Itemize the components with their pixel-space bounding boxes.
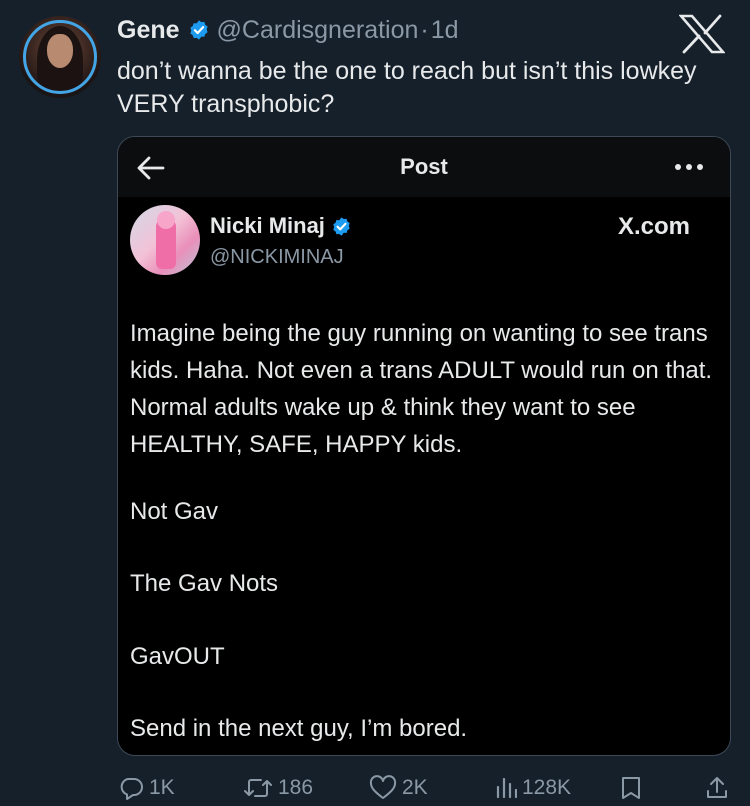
avatar-figure-head [157,211,175,229]
reply-button[interactable]: 1K [118,770,175,806]
tweet-text: don’t wanna be the one to reach but isn’… [117,57,697,118]
x-logo-icon [679,14,725,54]
tweet-header: Gene @Cardisgneration · 1d [117,14,459,46]
action-bar: 1K 186 2K 128K [0,770,750,806]
quoted-paragraph: GavOUT [130,643,225,670]
quoted-paragraph: The Gav Nots [130,570,279,597]
share-icon [707,777,727,798]
source-label: X.com [618,213,691,240]
repost-icon [244,779,272,797]
more-dots-icon[interactable] [674,161,704,173]
author-handle[interactable]: @Cardisgneration [217,16,419,45]
share-button[interactable] [705,770,729,806]
quoted-author-name[interactable]: Nicki Minaj [210,213,325,239]
post-header-title: Post [400,154,448,179]
like-icon [369,775,397,799]
quoted-post-card[interactable]: Post Nicki Minaj @NICKIMINAJ X.com Imagi… [117,136,731,756]
quoted-paragraph: Imagine being the guy running on wanting… [130,320,713,458]
views-icon [496,777,517,799]
like-count: 2K [402,776,428,799]
author-name[interactable]: Gene [117,16,180,45]
like-button[interactable]: 2K [369,770,428,806]
quoted-author-row: Nicki Minaj [210,213,352,239]
repost-button[interactable]: 186 [243,770,313,806]
verified-badge-icon [333,216,350,236]
author-avatar[interactable] [19,16,101,98]
separator-dot: · [420,15,429,44]
quoted-author-handle[interactable]: @NICKIMINAJ [210,246,344,269]
bookmark-button[interactable] [620,770,642,806]
quoted-paragraph: Send in the next guy, I’m bored. [130,715,468,742]
avatar-ring [23,20,97,94]
tweet-time[interactable]: 1d [431,16,459,45]
repost-count: 186 [278,776,314,799]
views-button[interactable]: 128K [495,770,571,806]
views-count: 128K [522,776,572,799]
quoted-author-avatar[interactable] [130,205,200,275]
quoted-paragraph: Not Gav [130,498,219,525]
reply-icon [120,778,143,800]
bookmark-icon [622,777,640,799]
verified-badge-icon [189,20,208,40]
reply-count: 1K [149,776,175,799]
